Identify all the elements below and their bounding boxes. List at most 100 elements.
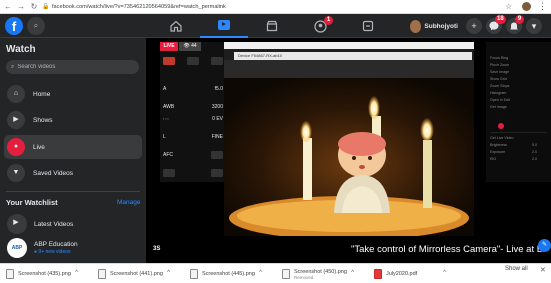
close-icon[interactable]: ✕ xyxy=(540,266,546,274)
cam-row-bottom xyxy=(163,168,223,178)
nav-home[interactable] xyxy=(152,14,200,38)
download-item[interactable]: Screenshot (435).png ^ xyxy=(2,266,82,282)
download-item[interactable]: July2020.pdf ^ xyxy=(370,266,450,282)
setting-label: Brightness xyxy=(490,143,507,147)
messenger-badge: 18 xyxy=(495,15,506,24)
iso-value: 3200 xyxy=(211,104,223,110)
nav-gaming[interactable] xyxy=(344,14,392,38)
chevron-up-icon[interactable]: ^ xyxy=(259,270,262,276)
cam-button[interactable] xyxy=(163,169,175,177)
lock-icon: 🔒 xyxy=(42,4,50,10)
shows-icon: ▶ xyxy=(7,111,25,129)
sidebar-item-label: Home xyxy=(33,90,51,98)
watch-sidebar: Watch ⌕ ⌂ Home ▶ Shows ● Live ▼ Saved Vi… xyxy=(0,38,146,263)
cam-button[interactable] xyxy=(211,57,223,65)
camera-settings-panel: Focus Ring Pinch Zoom Save Image Show Gr… xyxy=(486,42,551,182)
profile-name: Subhojyoti xyxy=(424,22,458,30)
video-caption: "Take control of Mirrorless Camera"- Liv… xyxy=(351,244,546,255)
forward-icon[interactable]: → xyxy=(16,2,26,12)
account-menu-button[interactable]: ▾ xyxy=(526,18,542,34)
browser-menu-icon[interactable]: ⋮ xyxy=(538,1,547,12)
pdf-icon xyxy=(374,269,382,279)
file-icon xyxy=(98,269,106,279)
setting-label[interactable]: Histogram xyxy=(490,91,506,95)
cam-row-ev: ▪ ▪ ▪ 0 EV xyxy=(163,114,223,124)
nav-watch[interactable] xyxy=(200,14,248,38)
file-icon xyxy=(190,269,198,279)
setting-label[interactable]: Get Image xyxy=(490,105,507,109)
divider xyxy=(490,132,547,133)
setting-label[interactable]: Show Grid xyxy=(490,77,507,81)
sidebar-item-label: Live xyxy=(33,143,45,151)
address-bar[interactable]: 🔒 facebook.com/watch/live/?v=73546212056… xyxy=(42,2,502,12)
marketplace-icon xyxy=(266,20,278,32)
window-titlebar xyxy=(224,42,474,49)
search-videos-input[interactable] xyxy=(17,64,128,70)
sidebar-item-saved-videos[interactable]: ▼ Saved Videos xyxy=(4,161,142,185)
download-status: Removed xyxy=(294,274,314,280)
cam-row-iso: AWB 3200 xyxy=(163,102,223,112)
record-toggle[interactable] xyxy=(498,123,504,129)
home-icon: ⌂ xyxy=(7,85,25,103)
page-title: Watch xyxy=(6,44,36,55)
record-button[interactable] xyxy=(163,57,175,65)
watch-icon xyxy=(218,20,230,30)
cam-button[interactable] xyxy=(211,151,223,159)
profile-link[interactable]: Subhojyoti xyxy=(408,18,458,34)
watchlist-item-title: Latest Videos xyxy=(34,220,74,228)
setting-label[interactable]: Zoom Stops xyxy=(490,84,509,88)
notifications-button[interactable]: 9 xyxy=(506,15,524,34)
messenger-button[interactable]: 18 xyxy=(486,15,506,34)
sidebar-item-live[interactable]: ● Live xyxy=(4,135,142,159)
back-icon[interactable]: ← xyxy=(3,2,13,12)
setting-label: Exposure xyxy=(490,150,506,154)
exposure-value: 0 EV xyxy=(212,116,223,122)
nav-groups[interactable]: 1 xyxy=(296,14,344,38)
watchlist-item-abp-education[interactable]: ABP ABP Education ● 9+ new videos xyxy=(4,237,142,259)
setting-label[interactable]: Pinch Zoom xyxy=(490,63,509,67)
chat-head-button[interactable]: ✎ xyxy=(538,239,551,252)
new-videos-count: ● 9+ new videos xyxy=(34,249,71,255)
url-text[interactable]: facebook.com/watch/live/?v=7354621205640… xyxy=(52,4,226,10)
latest-videos-icon: ▶ xyxy=(7,214,27,234)
create-button[interactable]: + xyxy=(466,18,482,34)
sidebar-item-shows[interactable]: ▶ Shows xyxy=(4,108,142,132)
camera-control-panel: LIVE 👁 44 A f5.0 AWB 3200 ▪ ▪ ▪ 0 EV L F… xyxy=(160,42,226,182)
setting-label[interactable]: Open in Edit xyxy=(490,98,510,102)
af-mode: AFC xyxy=(163,152,173,158)
search-icon[interactable]: ⌕ xyxy=(27,17,45,35)
chevron-up-icon[interactable]: ^ xyxy=(75,270,78,276)
search-videos-box[interactable]: ⌕ xyxy=(6,60,139,74)
setting-label: Get Live Video xyxy=(490,136,514,140)
sidebar-item-home[interactable]: ⌂ Home xyxy=(4,82,142,106)
download-item[interactable]: Screenshot (450).png Removed ^ xyxy=(278,266,358,282)
download-item[interactable]: Screenshot (445).png ^ xyxy=(186,266,266,282)
bookmark-star-icon[interactable]: ☆ xyxy=(505,2,512,12)
browser-profile-avatar[interactable] xyxy=(522,2,531,11)
groups-badge: 1 xyxy=(324,16,333,25)
chevron-up-icon[interactable]: ^ xyxy=(167,270,170,276)
watchlist-item-title: ABP Education xyxy=(34,241,78,248)
setting-value: 5.0 xyxy=(532,143,537,147)
download-filename: Screenshot (445).png xyxy=(202,271,255,277)
video-player[interactable]: LIVE 👁 44 A f5.0 AWB 3200 ▪ ▪ ▪ 0 EV L F… xyxy=(146,38,551,263)
reload-icon[interactable]: ↻ xyxy=(29,2,39,12)
cam-row-quality: L FINE xyxy=(163,132,223,142)
facebook-logo[interactable]: f xyxy=(5,17,23,35)
download-item[interactable]: Screenshot (441).png ^ xyxy=(94,266,174,282)
setting-label[interactable]: Save Image xyxy=(490,70,509,74)
nav-marketplace[interactable] xyxy=(248,14,296,38)
avatar xyxy=(410,19,422,33)
chevron-up-icon[interactable]: ^ xyxy=(351,270,354,276)
white-balance: AWB xyxy=(163,104,175,110)
watchlist-item-latest-videos[interactable]: ▶ Latest Videos xyxy=(4,213,142,235)
setting-label[interactable]: Focus Ring xyxy=(490,56,508,60)
chevron-up-icon[interactable]: ^ xyxy=(443,270,446,276)
show-all-button[interactable]: Show all xyxy=(505,266,528,272)
file-icon xyxy=(282,269,290,279)
manage-link[interactable]: Manage xyxy=(117,199,141,206)
download-filename: Screenshot (435).png xyxy=(18,271,71,277)
cam-button[interactable] xyxy=(187,57,199,65)
gaming-icon xyxy=(362,20,374,32)
cam-button[interactable] xyxy=(211,169,223,177)
